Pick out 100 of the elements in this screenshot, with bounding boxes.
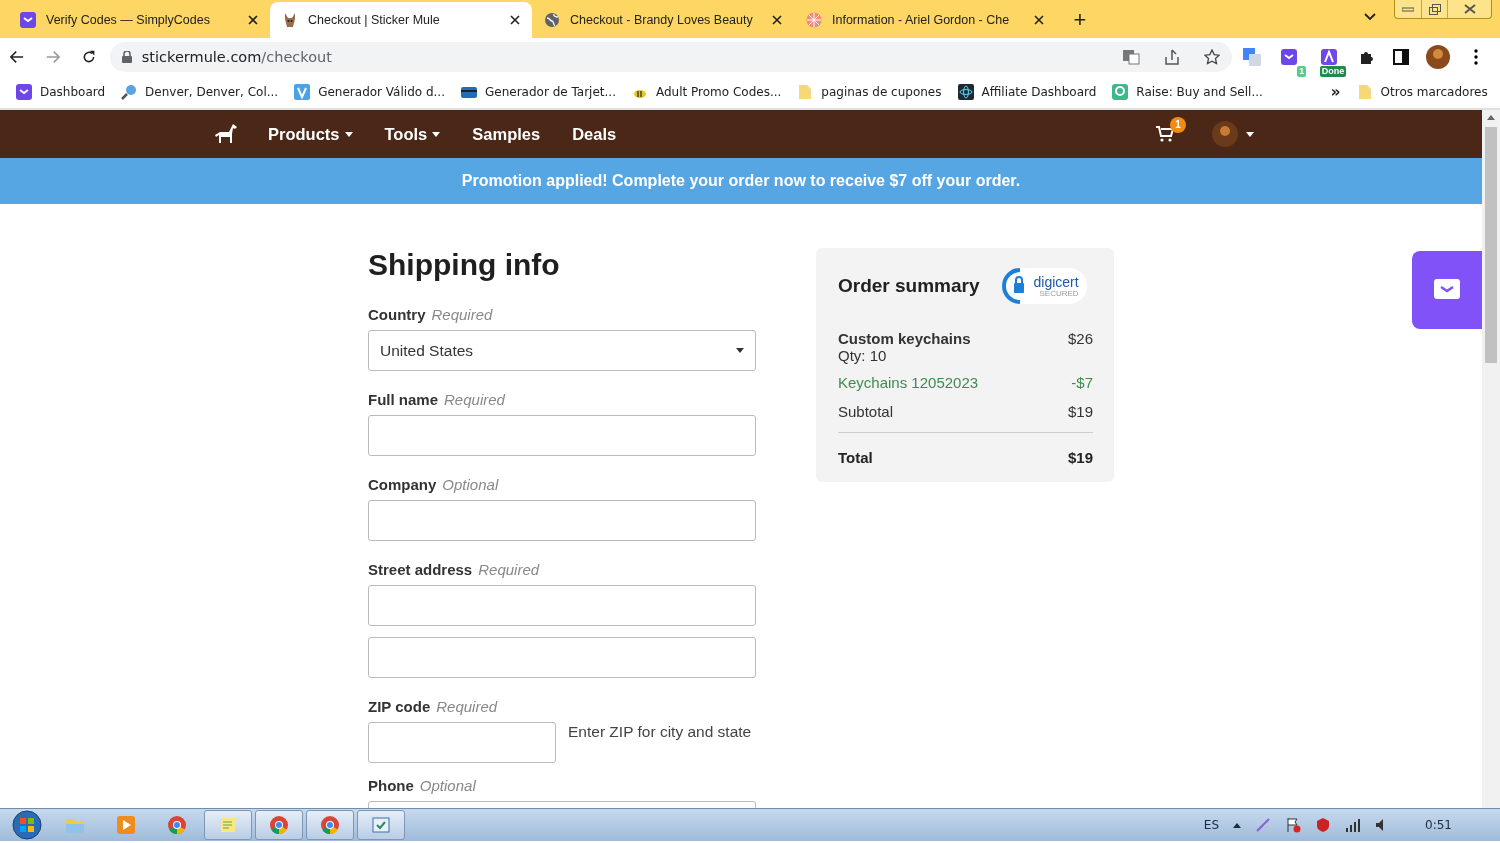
bookmark[interactable]: Generador Válido d... [294, 84, 445, 100]
text-field[interactable] [368, 585, 756, 626]
bookmark-folder[interactable]: Otros marcadores [1356, 84, 1488, 100]
v-logo-icon [294, 84, 311, 100]
folder-icon [797, 84, 814, 100]
close-icon[interactable] [772, 15, 782, 25]
dropdown-caret-icon [736, 348, 744, 353]
close-icon[interactable] [1034, 15, 1044, 25]
back-icon[interactable] [10, 49, 24, 65]
address-bar[interactable]: stickermule.com/checkout [109, 42, 1232, 72]
browser-icon[interactable] [168, 816, 186, 834]
taskbar-app[interactable] [255, 810, 303, 840]
browser-tab[interactable]: Checkout | Sticker Mule [270, 2, 532, 38]
scrollbar[interactable] [1482, 110, 1500, 808]
cart-icon[interactable] [1156, 126, 1174, 142]
bookmark[interactable]: Affiliate Dashboard [957, 84, 1097, 100]
clock[interactable]: 0:51 [1425, 818, 1452, 832]
total-amount: $19 [1067, 449, 1093, 466]
nav-link[interactable]: Deals [572, 124, 617, 144]
language-indicator[interactable]: ES [1203, 818, 1220, 832]
section-heading: Shipping info [368, 248, 561, 282]
field-label: ZIP code Required [368, 698, 499, 715]
chevron-down-icon[interactable] [1364, 13, 1376, 21]
tray-arrow-icon[interactable] [1233, 822, 1242, 828]
share-icon[interactable] [1163, 49, 1180, 65]
bookmark[interactable]: Generador de Tarjet... [460, 84, 616, 100]
field-label: Phone Optional [368, 777, 477, 794]
star-icon[interactable] [1203, 49, 1220, 65]
caret-icon [1246, 131, 1254, 137]
field-label: Company Optional [368, 476, 500, 493]
browser-tab[interactable]: Verify Codes — SimplyCodes [8, 2, 270, 38]
extension-badge: Done [1319, 66, 1347, 77]
close-icon[interactable] [510, 15, 520, 25]
line-amount: -$7 [1071, 374, 1093, 391]
bookmark[interactable]: Denver, Denver, Col... [121, 84, 279, 100]
bookmark[interactable]: Dashboard [16, 84, 106, 100]
nav-link[interactable]: Samples [472, 124, 541, 144]
restore-icon[interactable] [1428, 3, 1441, 15]
field-hint: Enter ZIP for city and state [568, 723, 752, 741]
caret-icon [344, 131, 353, 137]
country-select[interactable]: United States [368, 330, 756, 371]
chat-icon [1433, 278, 1461, 302]
cart-count-badge: 1 [1170, 117, 1186, 133]
letter-a-icon [1321, 49, 1338, 65]
discount-code: Keychains 12052023 [838, 374, 979, 391]
shield-icon[interactable] [1315, 817, 1332, 833]
security-seal[interactable]: digicert SECURED [1001, 268, 1087, 304]
line-item: Custom keychains Qty: 10 [838, 330, 971, 364]
text-field[interactable] [368, 637, 756, 678]
url-text: stickermule.com/checkout [141, 48, 333, 66]
scroll-thumb[interactable] [1485, 127, 1497, 363]
taskbar-app[interactable] [306, 810, 354, 840]
field-label: Street address Required [368, 561, 541, 578]
subtotal-label: Subtotal [838, 403, 894, 420]
nav-link[interactable]: Products [268, 124, 353, 144]
new-tab-button[interactable]: + [1070, 10, 1090, 30]
avatar-icon[interactable] [1426, 45, 1451, 69]
pen-icon[interactable] [1255, 817, 1272, 833]
window-check-icon[interactable] [372, 816, 390, 834]
close-icon[interactable] [248, 15, 258, 25]
browser-tab[interactable]: Information - Ariel Gordon - Che [794, 2, 1056, 38]
avatar-icon[interactable] [1212, 121, 1238, 147]
horse-logo-icon[interactable] [214, 124, 238, 144]
browser-tab[interactable]: Checkout - Brandy Loves Beauty [532, 2, 794, 38]
total-label: Total [838, 449, 873, 466]
more-bookmarks-button[interactable]: » [1330, 83, 1341, 101]
nav-link[interactable]: Tools [384, 124, 441, 144]
folder-icon [1356, 84, 1373, 100]
magnifier-icon [121, 84, 138, 100]
field-label: Full name Required [368, 391, 506, 408]
scroll-up-icon[interactable] [1487, 115, 1495, 120]
checkmark-logo-icon [1281, 49, 1298, 65]
raise-logo-icon [1112, 84, 1129, 100]
caret-icon [432, 131, 441, 137]
taskbar-app[interactable] [357, 810, 405, 840]
taskbar-app[interactable] [204, 810, 252, 840]
zip-field[interactable] [368, 722, 556, 763]
bookmark[interactable]: Adult Promo Codes... [631, 84, 782, 100]
minimize-icon[interactable] [1402, 6, 1414, 12]
text-field[interactable] [368, 500, 756, 541]
flower-icon [806, 12, 822, 28]
translate-extension-icon[interactable] [1242, 45, 1262, 69]
browser-icon[interactable] [270, 816, 288, 834]
bookmark[interactable]: Raise: Buy and Sell... [1112, 84, 1263, 100]
signal-icon[interactable] [1345, 818, 1362, 832]
browser-icon[interactable] [321, 816, 339, 834]
extension-badge: 1 [1297, 66, 1307, 77]
flag-icon[interactable] [1285, 817, 1302, 833]
media-player-icon[interactable] [117, 816, 135, 834]
text-field[interactable] [368, 415, 756, 456]
atom-icon [957, 84, 974, 100]
checkmark-logo-icon [16, 84, 32, 100]
translate-icon[interactable] [1121, 49, 1140, 65]
checkmark-logo-icon [20, 12, 36, 28]
lock-icon [121, 51, 132, 63]
bookmark[interactable]: paginas de cupones [797, 84, 942, 100]
chat-widget-button[interactable] [1412, 251, 1482, 329]
promo-banner: Promotion applied! Complete your order now to receive $7 off your order. [0, 158, 1482, 204]
card-title: Order summary [838, 275, 980, 297]
forward-icon[interactable] [45, 49, 60, 65]
